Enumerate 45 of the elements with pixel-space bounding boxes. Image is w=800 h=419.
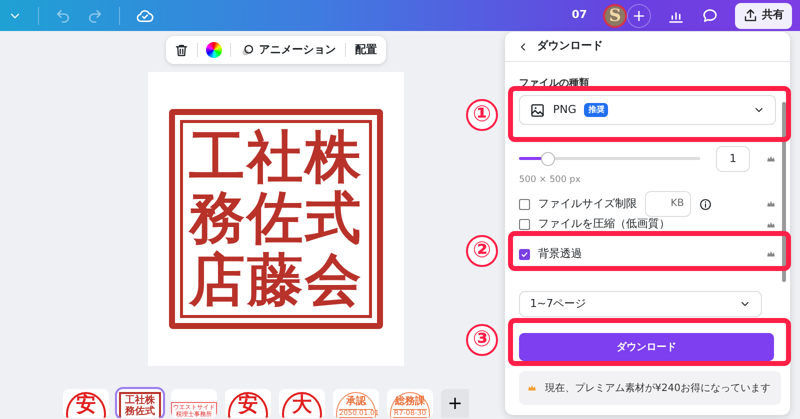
crown-icon [766,249,776,259]
file-type-select[interactable]: PNG 推奨 [519,95,776,125]
avatar[interactable]: S [603,4,627,28]
add-collaborator-button[interactable]: + [627,4,651,28]
color-wheel-icon[interactable] [206,42,222,58]
promo-text: 現在、プレミアム素材が¥240お得になっています [545,382,770,396]
size-slider-thumb[interactable] [540,152,555,166]
page-thumbnail[interactable]: 工社株 務佐式 [117,389,163,418]
download-button[interactable]: ダウンロード [519,333,774,361]
checkbox[interactable] [519,198,530,210]
annotation-number: ① [466,99,498,131]
size-limit-field[interactable]: KB [645,191,691,217]
upload-icon [743,8,758,23]
comment-icon[interactable] [701,6,719,24]
arrange-button[interactable]: 配置 [354,40,378,60]
company-seal-text: 工社株 務佐式 店藤会 [180,120,372,318]
share-button[interactable]: 共有 [735,2,792,28]
crown-icon [766,220,776,230]
dimensions-text: 500 × 500 px [519,174,582,187]
option-label: ファイルサイズ制限 [538,196,637,212]
crown-icon [766,199,776,209]
info-icon[interactable] [699,198,712,210]
pages-select[interactable]: 1~7ページ [519,291,762,317]
check-icon [520,250,529,258]
page-thumbnail[interactable]: 大 [279,389,325,418]
page-thumbnail[interactable]: 安 [225,389,271,418]
page-thumbnail[interactable]: 安 [63,389,109,418]
page-count: 07 [572,7,587,24]
trash-icon[interactable] [174,42,189,58]
annotation-number: ② [466,235,498,267]
animation-button[interactable]: アニメーション [239,40,337,60]
image-icon [530,102,545,118]
checkbox[interactable] [519,219,530,230]
scrollbar[interactable] [782,102,786,282]
crown-icon [766,154,776,164]
add-page-button[interactable]: + [441,389,469,418]
circles-icon [240,42,255,58]
option-label: 背景透過 [538,246,582,262]
checkbox[interactable] [519,248,530,260]
recommended-badge: 推奨 [584,103,608,117]
crown-icon [527,383,537,393]
annotation-number: ③ [466,324,498,356]
option-label: ファイルを圧縮（低画質） [538,216,670,232]
panel-title: ダウンロード [537,38,603,54]
size-input[interactable]: 1 [716,146,750,172]
